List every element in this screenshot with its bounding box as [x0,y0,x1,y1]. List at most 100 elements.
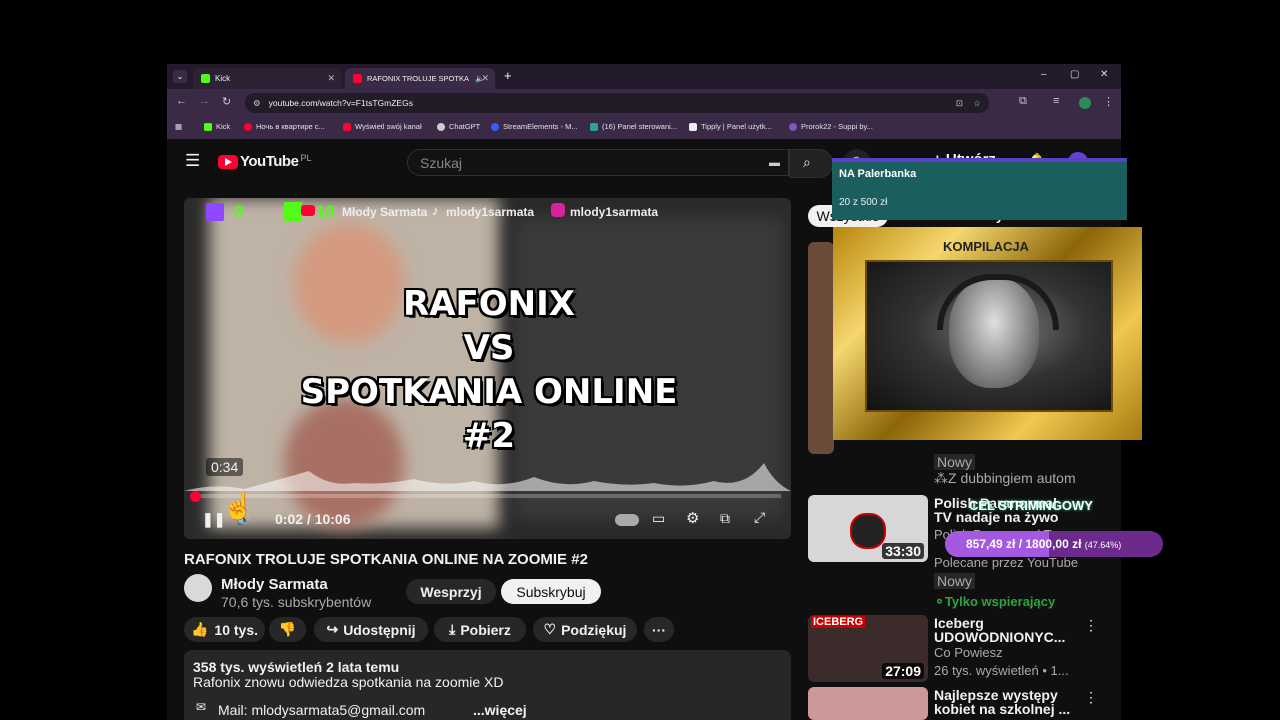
support-button[interactable]: Wesprzyj [406,579,496,604]
show-more-link[interactable]: ...więcej [473,702,527,718]
chatgpt-icon [437,122,445,131]
fullscreen-icon[interactable]: ⤢ [754,509,765,526]
profile-avatar[interactable] [1079,97,1091,109]
overlay-handle: Młody Sarmata [342,205,428,219]
search-input[interactable]: Szukaj ▬ [407,149,789,176]
maximize-icon[interactable]: ▢ [1070,69,1079,80]
youtube-icon [343,122,351,131]
video-title: RAFONIX TROLUJE SPOTKANIA ONLINE NA ZOOM… [184,551,588,568]
channel-avatar[interactable] [184,574,212,602]
kick-icon [204,122,212,131]
bookmark-item[interactable]: Tipply | Panel użytk... [689,122,772,131]
new-tab-button[interactable]: + [504,68,512,83]
sidebar-thumb[interactable]: 33:30 [808,495,928,562]
bookmark-item[interactable]: (16) Panel sterowani... [590,122,677,131]
keyboard-icon[interactable]: ▬ [769,157,780,169]
bookmark-item[interactable]: Wyświetl swój kanał [343,122,422,131]
star-icon[interactable]: ☆ [973,98,981,109]
cursor-hand-icon: ☝ [222,491,255,521]
instagram-icon [551,203,565,217]
close-window-icon[interactable]: ✕ [1100,69,1108,80]
subgoal-bar: 857,49 zł / 1800,00 zł (47.64%) [945,531,1163,557]
tab-search-icon[interactable]: ⌄ [173,70,187,83]
bookmark-item[interactable]: ChatGPT [437,122,480,131]
dislike-button[interactable]: 👎 [269,617,306,642]
bookmark-item[interactable]: Prorok22 - Suppi by... [789,122,873,131]
goal-title: NA Palerbanka [839,168,917,180]
subtitles-icon[interactable]: ▭ [652,510,665,527]
description-email: Mail: mlodysarmata5@gmail.com [218,702,426,718]
more-actions-button[interactable]: ··· [644,617,674,642]
youtube-logo[interactable]: YouTube PL [218,153,311,170]
forward-icon[interactable]: → [199,95,210,107]
progress-bar[interactable] [194,494,781,498]
subgoal-label: CEL STRIMINGOWY [969,498,1093,513]
minimize-icon[interactable]: – [1041,69,1047,80]
close-icon[interactable]: ✕ [481,73,489,84]
thanks-icon: ♡ [543,621,557,637]
address-input[interactable]: ⚙ youtube.com/watch?v=F1tsTGmZEGs ⊡ ☆ [245,93,989,113]
new-badge: Nowy [934,454,976,470]
sidebar-thumb[interactable] [808,687,928,720]
thumb-label: ICEBERG [811,616,866,628]
tipply-icon [689,122,697,131]
sidebar-video-title[interactable]: Najlepsze występy kobiet na szkolnej ... [934,688,1084,716]
address-bar-row: ← → ↻ ⚙ youtube.com/watch?v=F1tsTGmZEGs … [167,89,1121,117]
reload-icon[interactable]: ↻ [222,95,231,108]
sidebar-meta: 26 tys. wyświetleń • 1... [934,663,1069,678]
like-button[interactable]: 👍 10 tys. [184,617,265,642]
install-icon[interactable]: ⊡ [956,98,963,109]
overlay-handle: mlody1sarmata [446,205,535,219]
download-button[interactable]: ⤓ Pobierz [434,617,526,642]
subscribe-button[interactable]: Subskrybuj [501,579,601,604]
overlay-line: #2 [462,416,516,456]
video-player[interactable]: 0 10 Młody Sarmata ♪ mlody1sarmata mlody… [184,198,791,539]
streamelements-icon [491,122,499,131]
apps-icon[interactable]: ▦ [175,122,182,131]
search-button[interactable]: ⌕ [789,149,833,178]
sidebar-thumb[interactable] [808,242,834,454]
thanks-button[interactable]: ♡ Podziękuj [533,617,637,642]
description-box[interactable]: 358 tys. wyświetleń 2 lata temu Rafonix … [184,650,791,720]
frame-caption: KOMPILACJA [943,239,1029,254]
back-icon[interactable]: ← [176,95,187,107]
duration-badge: 27:09 [882,663,924,679]
menu-icon[interactable]: ⋮ [1103,95,1114,108]
subscriber-count: 70,6 tys. subskrybentów [221,594,372,610]
overlay-line: VS [463,328,515,368]
progress-scrubber[interactable] [190,491,201,502]
bookmark-item[interactable]: Kick [204,122,230,131]
bookmarks-bar: ▦ Kick Ночь в квартире с... Wyświetl swó… [167,117,1121,139]
channel-logo-icon [850,513,886,549]
thumbs-down-icon: 👎 [278,621,297,637]
channel-name[interactable]: Młody Sarmata [221,576,328,593]
youtube-icon [244,122,252,131]
extensions-icon[interactable]: ⧉ [1019,95,1027,108]
autoplay-toggle[interactable] [615,514,639,526]
settings-gear-icon[interactable]: ⚙ [686,509,699,527]
tab-kick[interactable]: Kick ✕ [193,68,341,89]
twitch-icon [206,203,224,221]
media-icon[interactable]: ≡ [1053,95,1059,107]
sidebar-thumb[interactable]: ICEBERG 27:09 [808,615,928,682]
bookmark-item[interactable]: StreamElements - M... [491,122,578,131]
close-icon[interactable]: ✕ [327,73,335,84]
more-vert-icon[interactable]: ⋮ [1084,689,1098,706]
hamburger-icon[interactable]: ☰ [185,151,200,171]
sidebar-video-title[interactable]: Iceberg UDOWODNIONYC... [934,616,1074,644]
share-button[interactable]: ↪ Udostępnij [314,617,428,642]
overlay-handle: mlody1sarmata [570,205,659,219]
webcam-frame: KOMPILACJA [833,227,1142,440]
hover-time: 0:34 [206,458,244,476]
new-badge: Nowy [934,573,976,589]
youtube-icon [353,74,362,83]
bookmark-item[interactable]: Ночь в квартире с... [244,122,325,131]
description-text: Rafonix znowu odwiedza spotkania na zoom… [193,674,504,690]
search-icon: ⌕ [803,154,811,170]
download-icon: ⤓ [449,621,456,637]
tab-youtube[interactable]: RAFONIX TROLUJE SPOTKA 🔈 ✕ [345,68,495,89]
miniplayer-icon[interactable]: ⧉ [720,510,730,527]
sidebar-channel[interactable]: Co Powiesz [934,645,1003,660]
more-vert-icon[interactable]: ⋮ [1084,617,1098,634]
site-info-icon[interactable]: ⚙ [253,98,261,109]
